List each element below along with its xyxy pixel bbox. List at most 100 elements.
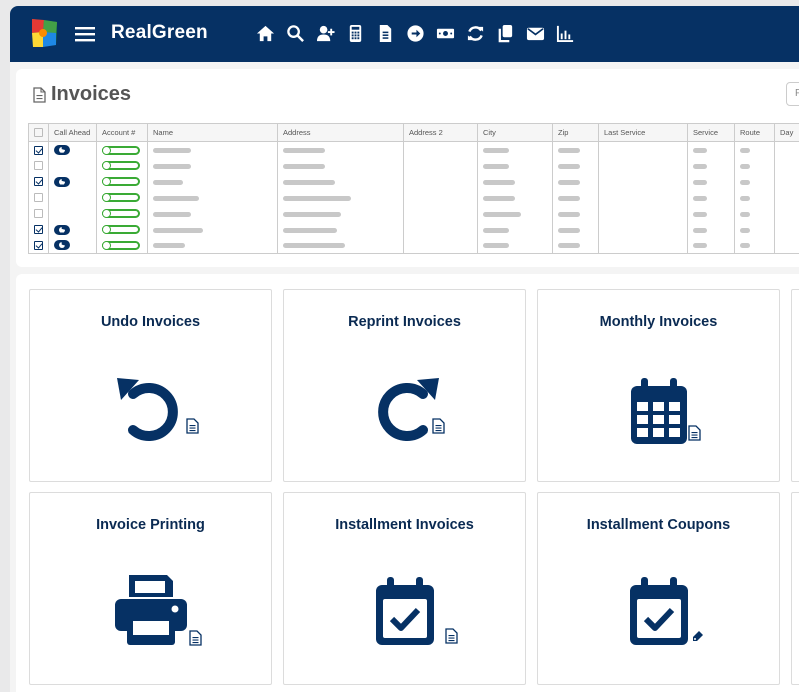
tile-partial[interactable] [791,289,799,482]
document-icon[interactable] [370,24,400,44]
calculator-icon[interactable] [340,24,370,44]
account-toggle[interactable] [102,145,140,155]
table-cell [277,173,404,190]
route-placeholder [740,163,750,169]
row-checkbox[interactable] [34,193,43,203]
table-cell [598,173,688,190]
search-icon[interactable] [280,24,310,44]
row-checkbox[interactable] [34,161,43,171]
zip-placeholder [558,147,580,153]
column-header[interactable]: Day [774,123,799,142]
table-row[interactable] [28,189,799,206]
address-placeholder [283,147,325,153]
column-header[interactable]: Service [687,123,735,142]
copy-icon[interactable] [490,24,520,44]
column-header[interactable]: Address [277,123,404,142]
tile-reprint-invoices[interactable]: Reprint Invoices [283,289,526,482]
address-placeholder [283,243,345,249]
row-checkbox[interactable] [34,209,43,219]
column-header[interactable]: Call Ahead [48,123,97,142]
undo-icon [116,378,178,441]
table-cell [552,157,599,174]
filter-button[interactable]: F [786,82,799,106]
zip-placeholder [558,163,580,169]
table-cell [552,221,599,238]
tile-installment-coupons[interactable]: Installment Coupons [537,492,780,685]
table-cell [687,221,735,238]
table-cell [403,173,478,190]
table-cell [598,205,688,222]
tile-title: Undo Invoices [100,314,201,330]
mail-icon[interactable] [520,24,550,44]
arrow-circle-icon[interactable] [400,24,430,44]
table-row[interactable] [28,173,799,190]
table-row[interactable] [28,237,799,254]
table-cell [96,189,148,206]
tile-title: Reprint Invoices [348,314,461,330]
home-icon[interactable] [250,24,280,44]
account-toggle[interactable] [102,161,140,171]
table-cell [687,157,735,174]
table-cell [687,205,735,222]
cash-icon[interactable] [430,24,460,44]
table-cell [774,237,799,254]
table-row[interactable] [28,221,799,238]
route-placeholder [740,147,750,153]
table-row[interactable] [28,141,799,158]
column-header[interactable]: Account # [96,123,148,142]
table-cell [48,221,97,238]
table-cell [96,221,148,238]
tile-title: Installment Coupons [586,517,731,533]
tile-monthly-invoices[interactable]: Monthly Invoices [537,289,780,482]
city-placeholder [483,227,509,233]
select-all-checkbox[interactable] [34,128,43,138]
menu-hamburger-icon[interactable] [74,23,96,45]
row-checkbox[interactable] [34,225,43,235]
column-header[interactable]: Address 2 [403,123,478,142]
column-header[interactable]: Name [147,123,278,142]
sync-icon[interactable] [460,24,490,44]
table-cell [277,237,404,254]
table-cell [96,157,148,174]
table-row[interactable] [28,205,799,222]
tile-undo-invoices[interactable]: Undo Invoices [29,289,272,482]
table-cell [477,221,553,238]
route-placeholder [740,179,750,185]
tile-partial[interactable] [791,492,799,685]
select-all-header[interactable] [28,123,49,142]
table-cell [734,141,775,158]
column-header[interactable]: Last Service [598,123,688,142]
account-toggle[interactable] [102,241,140,250]
phone-icon [54,176,70,187]
column-header[interactable]: City [477,123,553,142]
phone-icon [54,144,70,155]
app-window: RealGreen Invoices F Call Ahead Account … [10,6,799,692]
row-checkbox[interactable] [34,241,43,250]
calendar-check-icon [375,577,434,645]
table-cell [28,237,49,254]
tile-installment-invoices[interactable]: Installment Invoices [283,492,526,685]
row-checkbox[interactable] [34,145,43,155]
bar-chart-icon[interactable] [550,24,580,44]
table-cell [96,173,148,190]
add-user-icon[interactable] [310,24,340,44]
table-cell [277,157,404,174]
table-row[interactable] [28,157,799,174]
table-cell [774,173,799,190]
account-toggle[interactable] [102,225,140,235]
table-cell [28,141,49,158]
account-toggle[interactable] [102,193,140,203]
account-toggle[interactable] [102,177,140,187]
tile-invoice-printing[interactable]: Invoice Printing [29,492,272,685]
column-header[interactable]: Zip [552,123,599,142]
table-cell [774,189,799,206]
name-placeholder [153,211,191,217]
address-placeholder [283,195,351,201]
row-checkbox[interactable] [34,177,43,187]
table-cell [147,221,278,238]
account-toggle[interactable] [102,209,140,219]
brand-name: RealGreen [111,22,208,43]
table-cell [774,141,799,158]
table-cell [477,205,553,222]
column-header[interactable]: Route [734,123,775,142]
